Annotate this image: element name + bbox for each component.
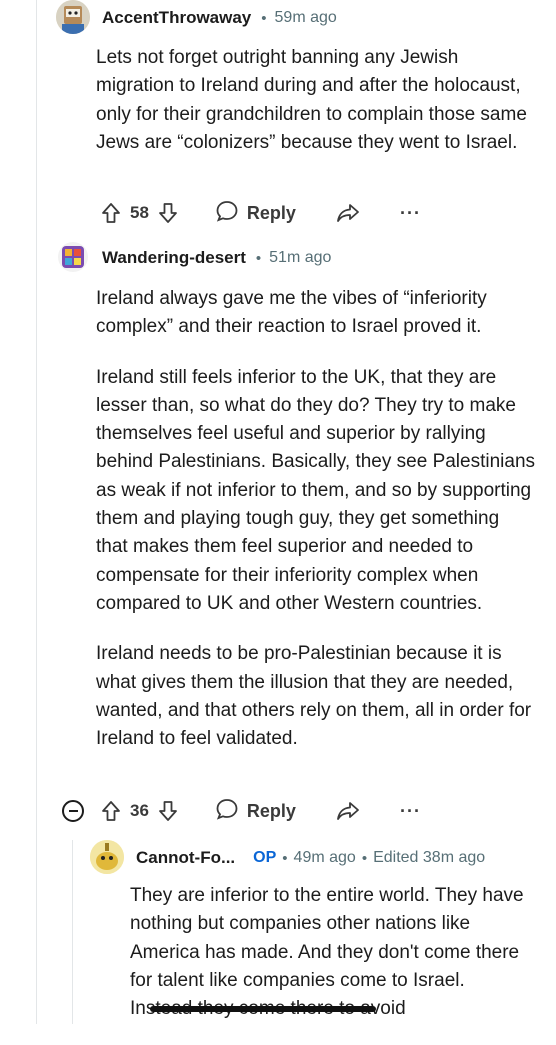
separator-dot: • <box>282 849 288 867</box>
comment-paragraph: Ireland still feels inferior to the UK, … <box>96 366 536 614</box>
comment-paragraph: Lets not forget outright banning any Jew… <box>96 47 527 153</box>
comment-actions: 58 Reply ··· <box>100 199 421 227</box>
comment-header: AccentThrowaway • 59m ago <box>102 3 337 33</box>
avatar[interactable] <box>56 240 90 274</box>
username[interactable]: Cannot-Fo... <box>136 848 235 868</box>
separator-dot: • <box>361 849 368 867</box>
comment-actions: 36 Reply ··· <box>100 797 421 825</box>
timestamp: 59m ago <box>274 9 337 26</box>
comment-header: Wandering-desert • 51m ago <box>102 243 331 273</box>
upvote-icon[interactable] <box>100 202 122 224</box>
username[interactable]: Wandering-desert <box>102 248 246 268</box>
vote-score: 36 <box>130 801 149 820</box>
separator-dot: • <box>261 9 267 27</box>
username[interactable]: AccentThrowaway <box>102 8 251 28</box>
downvote-icon[interactable] <box>157 800 179 822</box>
share-icon[interactable] <box>336 202 360 224</box>
reply-label: Reply <box>246 202 296 223</box>
avatar[interactable] <box>90 840 124 874</box>
comment-body: They are inferior to the entire world. T… <box>130 882 530 1045</box>
comment-header: Cannot-Fo... OP • 49m ago • Edited 38m a… <box>136 843 485 873</box>
more-options-icon[interactable]: ··· <box>400 203 421 224</box>
reply-label: Reply <box>246 800 296 821</box>
comment-paragraph: Ireland needs to be pro-Palestinian beca… <box>96 643 532 750</box>
reply-button[interactable]: Reply <box>215 798 296 825</box>
upvote-icon[interactable] <box>100 800 122 822</box>
timestamp: 51m ago <box>269 249 332 266</box>
thread-line <box>36 0 37 1024</box>
comment-body: Ireland always gave me the vibes of “inf… <box>96 285 536 775</box>
thread-line-nested <box>72 840 73 1024</box>
collapse-thread-button[interactable] <box>62 800 84 822</box>
comment-paragraph: They are inferior to the entire world. T… <box>130 885 524 1020</box>
op-badge: OP <box>253 849 277 866</box>
timestamp: 49m ago <box>293 849 356 866</box>
separator-dot: • <box>255 249 262 267</box>
vote-score: 58 <box>130 203 149 222</box>
edited-label: Edited 38m ago <box>373 849 486 866</box>
share-icon[interactable] <box>336 800 360 822</box>
minus-icon <box>68 810 78 812</box>
comment-bubble-icon <box>215 200 239 227</box>
reply-button[interactable]: Reply <box>215 200 296 227</box>
home-indicator <box>150 1006 376 1012</box>
downvote-icon[interactable] <box>157 202 179 224</box>
comment-body: Lets not forget outright banning any Jew… <box>96 44 536 179</box>
comment-paragraph: Ireland always gave me the vibes of “inf… <box>96 288 487 338</box>
more-options-icon[interactable]: ··· <box>400 801 421 822</box>
avatar[interactable] <box>56 0 90 34</box>
comment-bubble-icon <box>215 798 239 825</box>
